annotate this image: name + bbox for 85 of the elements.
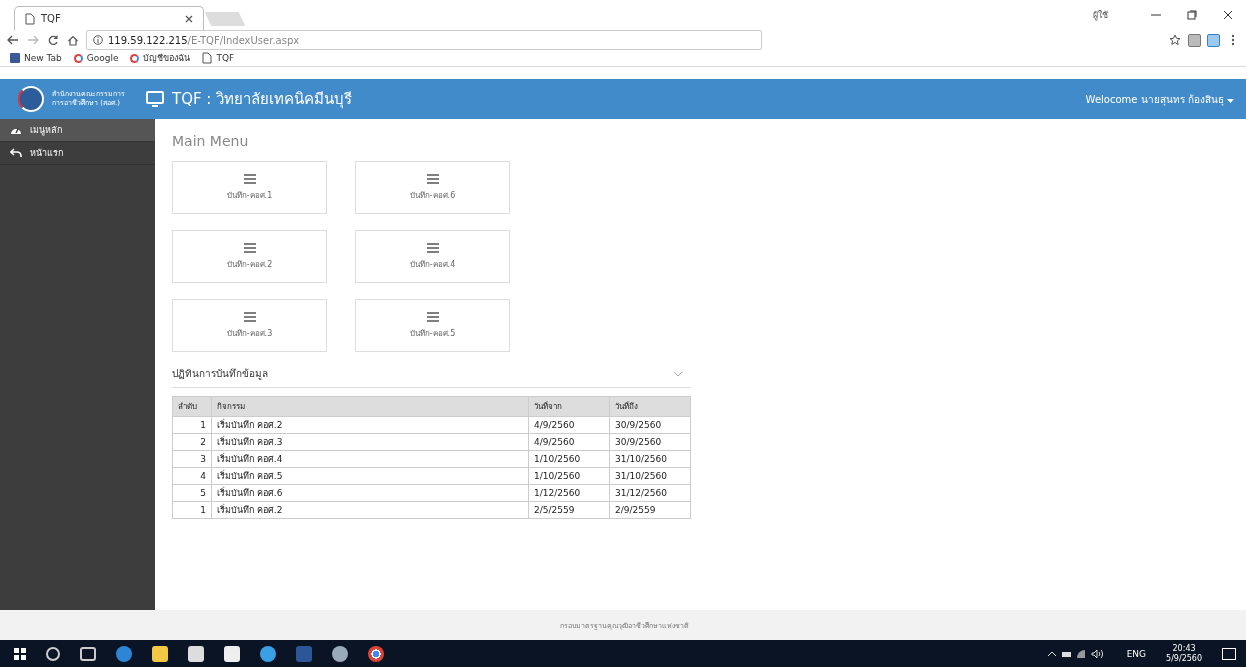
browser-tab[interactable]: TQF	[14, 6, 204, 30]
app-title: TQF : วิทยาลัยเทคนิคมีนบุรี	[172, 89, 353, 111]
list-icon	[426, 242, 439, 253]
table-cell: 1	[172, 501, 212, 519]
address-field[interactable]: 119.59.122.215/E-TQF/IndexUser.aspx	[86, 30, 762, 50]
table-cell: เริ่มบันทึก คอศ.5	[211, 467, 529, 485]
notification-icon[interactable]	[1222, 647, 1236, 660]
table-cell: 1/10/2560	[528, 450, 610, 468]
table-cell: 2	[172, 433, 212, 451]
table-cell: 2/5/2559	[528, 501, 610, 519]
table-cell: เริ่มบันทึก คอศ.2	[211, 501, 529, 519]
profile-name[interactable]: ผู้ใช้	[1093, 8, 1108, 22]
dashboard-icon	[10, 125, 22, 135]
back-arrow-icon	[10, 148, 22, 158]
card-label: บันทึก-คอศ.4	[409, 258, 456, 271]
sidebar-item[interactable]: หน้าแรก	[0, 142, 155, 165]
letter-logo-icon	[73, 53, 83, 63]
table-cell: 1/12/2560	[528, 484, 610, 502]
list-icon	[243, 311, 256, 322]
table-cell: 31/12/2560	[609, 484, 691, 502]
column-header: วันที่จาก	[528, 396, 610, 417]
close-tab-icon[interactable]	[185, 14, 193, 23]
card-label: บันทึก-คอศ.3	[226, 327, 273, 340]
language-indicator[interactable]: ENG	[1126, 648, 1147, 659]
table-cell: 3	[172, 450, 212, 468]
table-cell: 1/10/2560	[528, 467, 610, 485]
table-cell: 1	[172, 416, 212, 434]
menu-card[interactable]: บันทึก-คอศ.6	[355, 161, 510, 214]
circle-browser-icon[interactable]	[368, 645, 384, 662]
clock-date[interactable]: 5/9/2560	[1166, 654, 1202, 663]
list-icon	[243, 173, 256, 184]
bookmark[interactable]: บัญชีของฉัน	[130, 51, 191, 65]
table-cell: เริ่มบันทึก คอศ.6	[211, 484, 529, 502]
table-cell: 31/10/2560	[609, 467, 691, 485]
back-arrow-icon[interactable]	[6, 35, 20, 45]
menu-card[interactable]: บันทึก-คอศ.4	[355, 230, 510, 283]
list-icon	[243, 242, 256, 253]
column-header: ลำดับ	[172, 396, 212, 417]
letter-logo-icon	[130, 53, 140, 63]
logo-icon	[18, 86, 44, 112]
page-icon	[202, 52, 213, 64]
table-cell: 4/9/2560	[528, 433, 610, 451]
menu-card[interactable]: บันทึก-คอศ.2	[172, 230, 327, 283]
table-cell: เริ่มบันทึก คอศ.3	[211, 433, 529, 451]
sidebar-item[interactable]: เมนูหลัก	[0, 119, 155, 142]
table-cell: 31/10/2560	[609, 450, 691, 468]
card-label: บันทึก-คอศ.6	[409, 189, 456, 202]
menu-card[interactable]: บันทึก-คอศ.3	[172, 299, 327, 352]
search-icon[interactable]	[46, 646, 60, 661]
page-icon	[25, 12, 35, 25]
clock-time[interactable]: 20:43	[1172, 644, 1196, 653]
windows-logo-icon[interactable]	[14, 647, 26, 660]
info-icon	[93, 35, 103, 45]
table-cell: เริ่มบันทึก คอศ.2	[211, 416, 529, 434]
table-cell: 2/9/2559	[609, 501, 691, 519]
card-label: บันทึก-คอศ.1	[226, 189, 273, 202]
panel-title: ปฏิทินการบันทึกข้อมูล	[172, 367, 268, 381]
bookmark[interactable]: Google	[73, 53, 119, 63]
reload-icon[interactable]	[46, 34, 60, 46]
user-menu[interactable]: Welocome นายสุนทร ก้องสินธุ	[1085, 91, 1234, 107]
section-title: Main Menu	[172, 133, 250, 149]
table-cell: 5	[172, 484, 212, 502]
star-icon[interactable]	[1168, 34, 1182, 46]
task-view-icon[interactable]	[80, 646, 96, 661]
list-icon	[426, 311, 439, 322]
bookmark[interactable]: TQF	[202, 52, 235, 64]
card-label: บันทึก-คอศ.2	[226, 258, 273, 271]
square-logo-icon	[10, 53, 20, 63]
menu-card[interactable]: บันทึก-คอศ.5	[355, 299, 510, 352]
table-cell: 30/9/2560	[609, 433, 691, 451]
bookmark[interactable]: New Tab	[10, 53, 62, 63]
caret-icon	[1227, 98, 1234, 103]
column-header: วันที่ถึง	[609, 396, 691, 417]
extension-icon[interactable]	[1207, 33, 1220, 47]
table-cell: 4	[172, 467, 212, 485]
card-label: บันทึก-คอศ.5	[409, 327, 456, 340]
list-icon	[426, 173, 439, 184]
column-header: กิจกรรม	[211, 396, 529, 417]
extension-icon[interactable]	[1188, 33, 1201, 47]
monitor-icon	[146, 91, 164, 107]
menu-card[interactable]: บันทึก-คอศ.1	[172, 161, 327, 214]
home-icon[interactable]	[66, 34, 80, 46]
table-cell: 30/9/2560	[609, 416, 691, 434]
table-cell: เริ่มบันทึก คอศ.4	[211, 450, 529, 468]
table-cell: 4/9/2560	[528, 416, 610, 434]
